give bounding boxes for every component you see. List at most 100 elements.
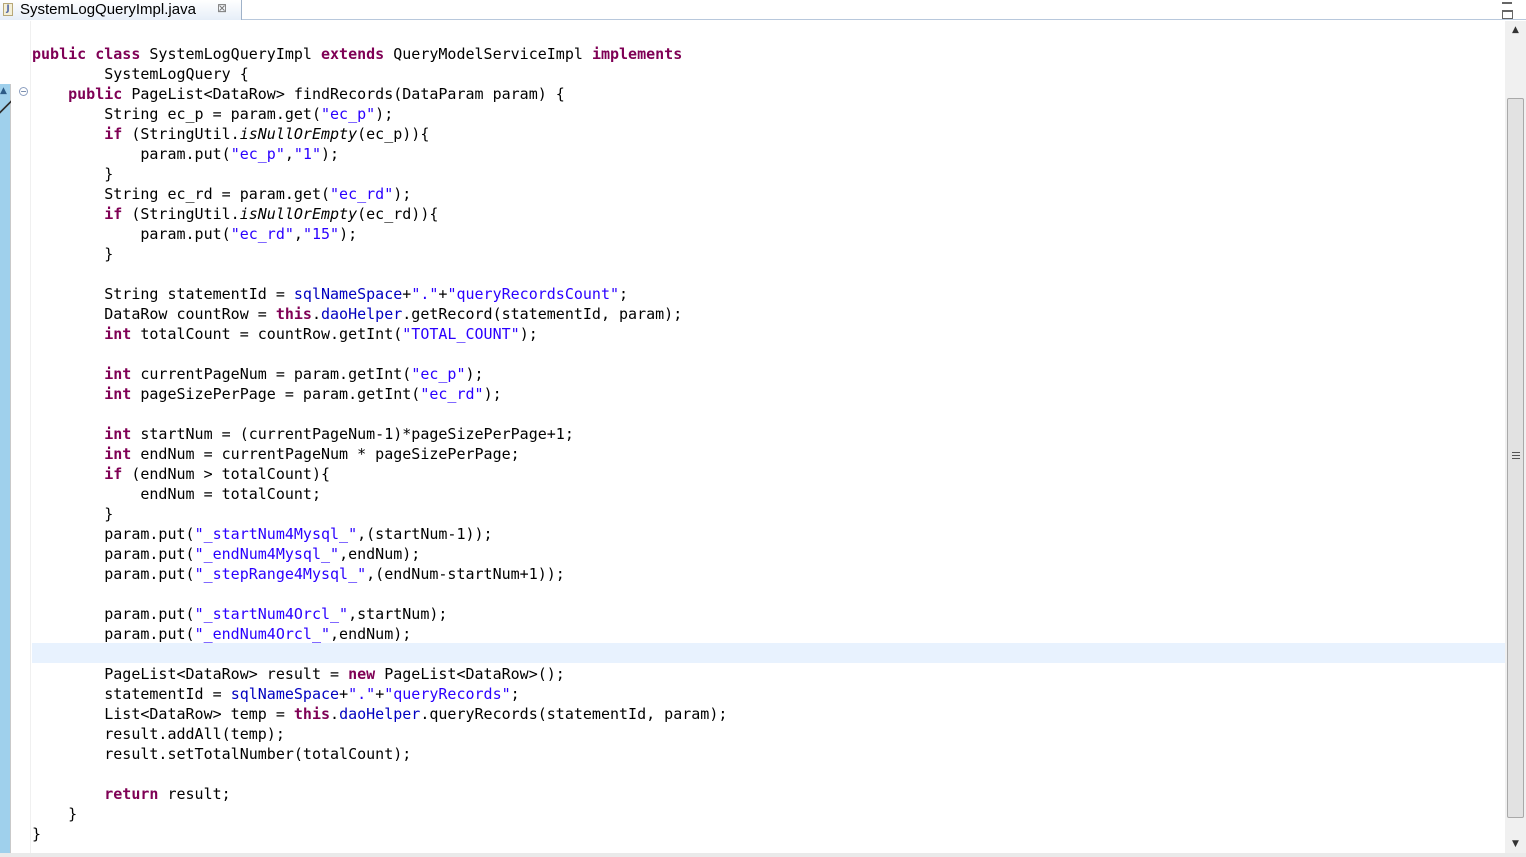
fold-collapse-icon[interactable]: − — [19, 87, 28, 96]
code-token: int — [104, 445, 141, 463]
code-token: implements — [591, 45, 683, 63]
code-token: .getRecord(statementId, param); — [402, 305, 683, 323]
code-line[interactable] — [32, 344, 727, 364]
minimize-icon[interactable] — [1502, 2, 1512, 4]
tab-title: SystemLogQueryImpl.java — [20, 1, 196, 18]
code-line[interactable]: result.addAll(temp); — [32, 724, 727, 744]
code-token: ; — [510, 685, 520, 703]
code-line[interactable]: param.put("_endNum4Mysql_",endNum); — [32, 544, 727, 564]
editor-tab-systemlogqueryimpl[interactable]: J SystemLogQueryImpl.java ⊠ — [0, 0, 242, 20]
code-token: isNullOrEmpty — [239, 125, 358, 143]
code-line[interactable]: param.put("_startNum4Mysql_",(startNum-1… — [32, 524, 727, 544]
maximize-icon[interactable] — [1502, 10, 1513, 19]
code-line[interactable]: param.put("_startNum4Orcl_",startNum); — [32, 604, 727, 624]
code-token: String ec_p = param.get( — [32, 105, 321, 123]
code-token: result; — [167, 785, 231, 803]
code-editor[interactable]: public class SystemLogQueryImpl extends … — [32, 44, 727, 844]
code-line[interactable]: public class SystemLogQueryImpl extends … — [32, 44, 727, 64]
code-line[interactable]: param.put("_endNum4Orcl_",endNum); — [32, 624, 727, 644]
code-token: sqlNameSpace — [230, 685, 340, 703]
code-token: daoHelper — [321, 305, 403, 323]
code-line[interactable]: DataRow countRow = this.daoHelper.getRec… — [32, 304, 727, 324]
scrollbar-thumb[interactable] — [1507, 98, 1524, 818]
code-token: ); — [483, 385, 502, 403]
scroll-up-arrow-icon[interactable]: ▲ — [1512, 25, 1519, 35]
overview-ruler[interactable] — [0, 84, 11, 857]
gutter-separator — [30, 21, 31, 857]
code-line[interactable]: param.put("_stepRange4Mysql_",(endNum-st… — [32, 564, 727, 584]
code-line[interactable] — [32, 584, 727, 604]
code-line[interactable]: int pageSizePerPage = param.getInt("ec_r… — [32, 384, 727, 404]
code-line[interactable]: public PageList<DataRow> findRecords(Dat… — [32, 84, 727, 104]
code-line[interactable]: } — [32, 504, 727, 524]
code-line[interactable]: List<DataRow> temp = this.daoHelper.quer… — [32, 704, 727, 724]
code-line[interactable] — [32, 764, 727, 784]
code-line[interactable]: } — [32, 164, 727, 184]
code-line[interactable]: PageList<DataRow> result = new PageList<… — [32, 664, 727, 684]
code-token: "." — [411, 285, 439, 303]
close-icon[interactable]: ⊠ — [217, 1, 227, 15]
code-token: PageList<DataRow> findRecords(DataParam … — [131, 85, 565, 103]
code-line[interactable]: } — [32, 804, 727, 824]
code-line[interactable]: } — [32, 824, 727, 844]
code-token: "1" — [293, 145, 321, 163]
code-token: daoHelper — [339, 705, 421, 723]
code-token: "ec_p" — [320, 105, 376, 123]
code-token: if — [104, 125, 132, 143]
code-line[interactable]: int endNum = currentPageNum * pageSizePe… — [32, 444, 727, 464]
code-token: "ec_rd" — [420, 385, 484, 403]
code-line[interactable]: String ec_p = param.get("ec_p"); — [32, 104, 727, 124]
code-token: param.put( — [32, 225, 231, 243]
code-token: ,startNum); — [348, 605, 448, 623]
code-token: ); — [321, 145, 340, 163]
code-token: param.put( — [32, 625, 195, 643]
code-token: ,endNum); — [339, 545, 421, 563]
code-token: result.addAll(temp); — [32, 725, 285, 743]
code-line[interactable]: if (StringUtil.isNullOrEmpty(ec_p)){ — [32, 124, 727, 144]
code-token: "ec_rd" — [230, 225, 294, 243]
code-line[interactable]: if (endNum > totalCount){ — [32, 464, 727, 484]
code-token: + — [402, 285, 412, 303]
code-token: } — [32, 165, 114, 183]
code-token: } — [32, 825, 42, 843]
scroll-down-arrow-icon[interactable]: ▼ — [1512, 839, 1519, 849]
code-token: startNum = (currentPageNum-1)*pageSizePe… — [140, 425, 574, 443]
code-token: SystemLogQuery { — [32, 65, 249, 83]
code-line[interactable]: statementId = sqlNameSpace+"."+"queryRec… — [32, 684, 727, 704]
code-line[interactable] — [32, 644, 727, 664]
code-token: if — [104, 205, 132, 223]
code-line[interactable]: String statementId = sqlNameSpace+"."+"q… — [32, 284, 727, 304]
code-line[interactable]: if (StringUtil.isNullOrEmpty(ec_rd)){ — [32, 204, 727, 224]
code-token: List<DataRow> temp = — [32, 705, 294, 723]
code-line[interactable]: String ec_rd = param.get("ec_rd"); — [32, 184, 727, 204]
code-line[interactable] — [32, 404, 727, 424]
code-line[interactable]: int currentPageNum = param.getInt("ec_p"… — [32, 364, 727, 384]
code-token: PageList<DataRow>(); — [384, 665, 565, 683]
code-token: "_startNum4Mysql_" — [194, 525, 358, 543]
code-line[interactable]: endNum = totalCount; — [32, 484, 727, 504]
code-token: public class — [32, 45, 150, 63]
code-line[interactable]: return result; — [32, 784, 727, 804]
code-line[interactable]: } — [32, 244, 727, 264]
vertical-scrollbar[interactable]: ▲ ▼ — [1505, 21, 1526, 857]
code-token: new — [348, 665, 385, 683]
code-line[interactable]: int startNum = (currentPageNum-1)*pageSi… — [32, 424, 727, 444]
code-token: (StringUtil. — [131, 205, 240, 223]
code-token: String ec_rd = param.get( — [32, 185, 331, 203]
code-line[interactable]: int totalCount = countRow.getInt("TOTAL_… — [32, 324, 727, 344]
ruler-marker-icon — [0, 100, 11, 114]
code-token: statementId = — [32, 685, 231, 703]
code-line[interactable]: param.put("ec_rd","15"); — [32, 224, 727, 244]
code-token: ); — [375, 105, 394, 123]
code-line[interactable] — [32, 264, 727, 284]
code-token: ); — [393, 185, 412, 203]
code-line[interactable]: param.put("ec_p","1"); — [32, 144, 727, 164]
code-line[interactable]: result.setTotalNumber(totalCount); — [32, 744, 727, 764]
code-line[interactable]: SystemLogQuery { — [32, 64, 727, 84]
code-token: endNum = currentPageNum * pageSizePerPag… — [140, 445, 520, 463]
code-token: . — [330, 705, 340, 723]
code-token: , — [293, 225, 303, 243]
